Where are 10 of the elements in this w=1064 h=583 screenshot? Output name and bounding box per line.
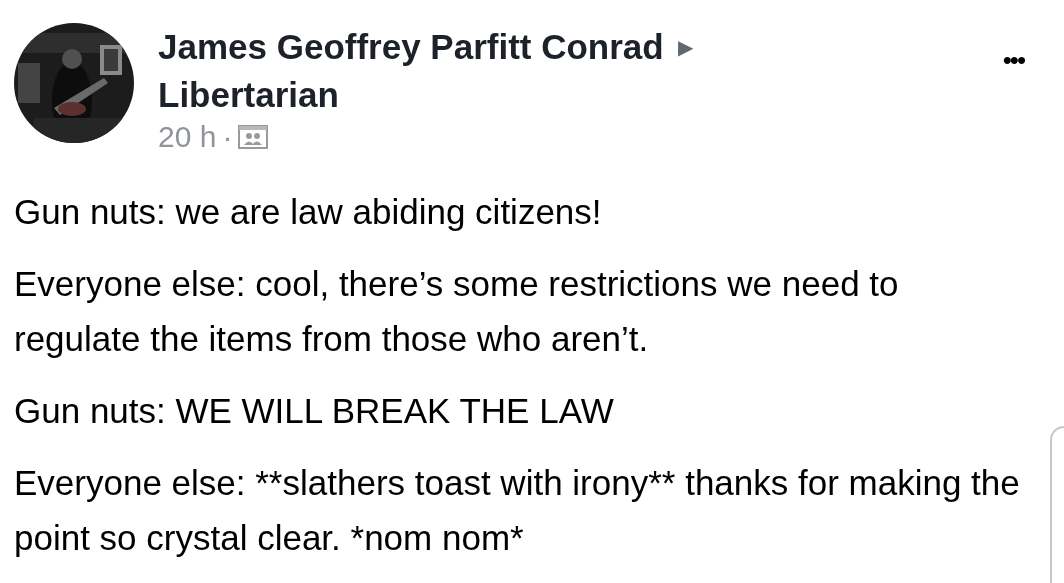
author-name[interactable]: James Geoffrey Parfitt Conrad	[158, 27, 664, 67]
separator: ·	[222, 120, 233, 154]
arrow-icon: ▶	[677, 35, 693, 59]
post-text: Everyone else: cool, there’s some restrictions we need to regulate the items from those who aren’t.	[14, 263, 900, 360]
group-icon	[238, 125, 269, 149]
post-text: Gun nuts: WE WILL BREAK THE LAW	[14, 390, 615, 432]
post-text: Everyone else: **slathers toast with irony** thanks for making the point so crystal clear. *nom nom*	[14, 462, 1021, 559]
group-name[interactable]: Libertarian	[158, 71, 693, 119]
post-text: Gun nuts: we are law abiding citizens!	[14, 191, 603, 233]
more-menu-button[interactable]: •••	[1002, 45, 1024, 76]
